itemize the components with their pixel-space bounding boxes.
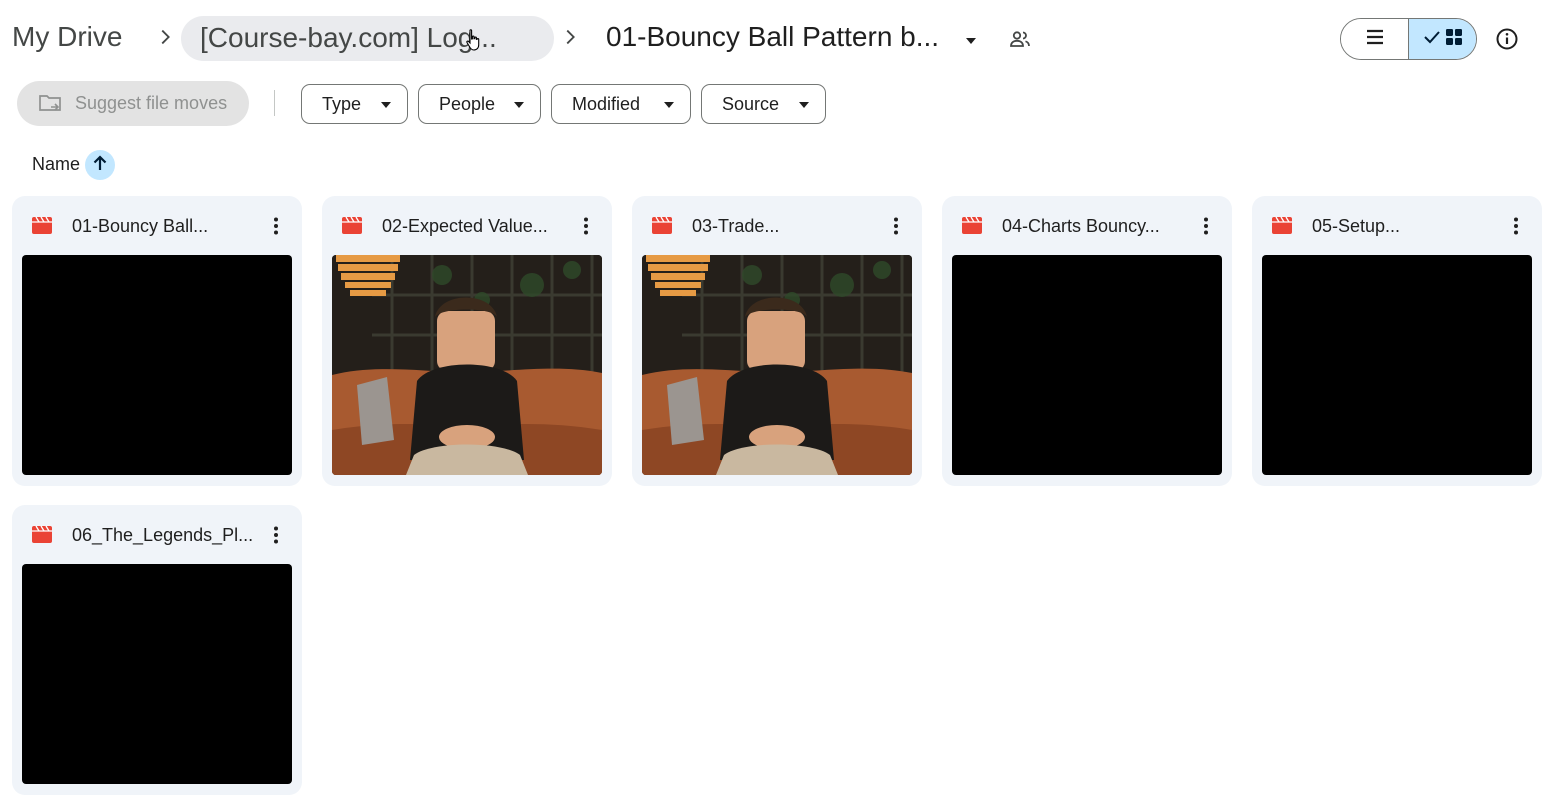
filter-type-label: Type (322, 94, 362, 114)
chevron-right-icon (559, 26, 581, 48)
hand-cursor-icon (465, 28, 483, 52)
file-card-6[interactable]: 06_The_Legends_Pl... (12, 505, 302, 795)
video-thumbnail (952, 255, 1222, 475)
file-name: 02-Expected Value... (382, 216, 548, 236)
more-vert-icon[interactable] (574, 214, 598, 238)
video-thumbnail (22, 255, 292, 475)
breadcrumb: My Drive [Course-bay.com] Log... 01-Boun… (0, 0, 1552, 78)
breadcrumb-parent-label: [Course-bay.com] Log... (200, 22, 497, 53)
file-card-2[interactable]: 02-Expected Value... (322, 196, 612, 486)
more-vert-icon[interactable] (1504, 214, 1528, 238)
file-card-1[interactable]: 01-Bouncy Ball... (12, 196, 302, 486)
video-file-icon (1271, 215, 1293, 235)
grid-view-button[interactable] (1409, 19, 1476, 59)
arrow-up-icon (91, 154, 109, 177)
sort-direction-button[interactable] (85, 150, 115, 180)
video-file-icon (31, 215, 53, 235)
sort-name-label[interactable]: Name (32, 154, 80, 175)
more-vert-icon[interactable] (264, 214, 288, 238)
file-card-5[interactable]: 05-Setup... (1252, 196, 1542, 486)
video-file-icon (341, 215, 363, 235)
video-thumbnail (642, 255, 912, 475)
list-view-icon (1365, 29, 1385, 50)
caret-down-icon (664, 102, 674, 108)
video-thumbnail (332, 255, 602, 475)
folder-move-icon (38, 92, 64, 114)
file-name: 06_The_Legends_Pl... (72, 525, 254, 545)
breadcrumb-my-drive[interactable]: My Drive (12, 19, 122, 55)
video-thumbnail (1262, 255, 1532, 475)
filter-modified-label: Modified (572, 94, 641, 114)
grid-view-icon (1445, 28, 1463, 51)
breadcrumb-parent-folder[interactable]: [Course-bay.com] Log... (181, 16, 554, 61)
filter-type-chip[interactable]: Type (301, 84, 408, 124)
caret-down-icon[interactable] (963, 33, 979, 44)
suggest-file-moves-button[interactable]: Suggest file moves (17, 81, 249, 126)
caret-down-icon (514, 102, 524, 108)
info-icon[interactable] (1495, 27, 1519, 51)
divider (274, 90, 275, 116)
file-name: 04-Charts Bouncy... (1002, 216, 1160, 236)
more-vert-icon[interactable] (884, 214, 908, 238)
more-vert-icon[interactable] (1194, 214, 1218, 238)
video-file-icon (651, 215, 673, 235)
filter-people-chip[interactable]: People (418, 84, 541, 124)
more-vert-icon[interactable] (264, 523, 288, 547)
file-name: 01-Bouncy Ball... (72, 216, 209, 236)
video-thumbnail (22, 564, 292, 784)
filter-source-chip[interactable]: Source (701, 84, 826, 124)
breadcrumb-current-folder[interactable]: 01-Bouncy Ball Pattern b... (606, 19, 939, 55)
video-file-icon (961, 215, 983, 235)
shared-people-icon[interactable] (1008, 27, 1032, 51)
file-card-4[interactable]: 04-Charts Bouncy... (942, 196, 1232, 486)
view-toggle (1340, 18, 1477, 60)
file-name: 03-Trade... (692, 216, 780, 236)
check-icon (1423, 30, 1441, 49)
file-name: 05-Setup... (1312, 216, 1401, 236)
caret-down-icon (799, 102, 809, 108)
list-view-button[interactable] (1341, 19, 1409, 59)
filter-people-label: People (439, 94, 496, 114)
suggest-file-moves-label: Suggest file moves (75, 93, 228, 113)
filter-modified-chip[interactable]: Modified (551, 84, 691, 124)
file-card-3[interactable]: 03-Trade... (632, 196, 922, 486)
chevron-right-icon (154, 26, 176, 48)
caret-down-icon (381, 102, 391, 108)
video-file-icon (31, 524, 53, 544)
filter-source-label: Source (722, 94, 780, 114)
